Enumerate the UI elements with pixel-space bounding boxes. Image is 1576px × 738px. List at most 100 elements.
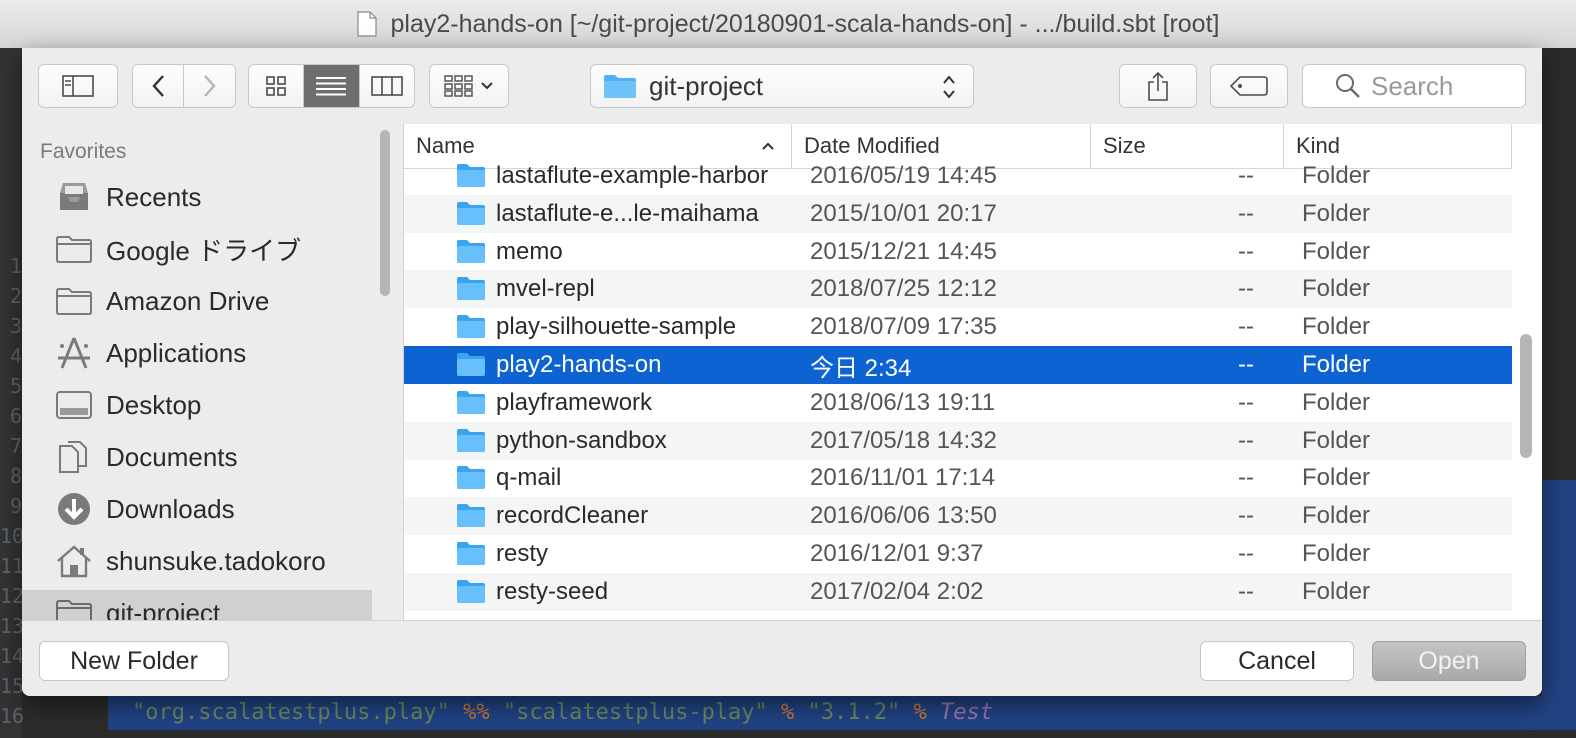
column-view-button[interactable] [360,65,414,107]
file-kind: Folder [1302,577,1371,605]
chevron-right-icon [203,75,216,97]
file-date: 2015/12/21 14:45 [810,237,997,265]
sidebar-item-recents[interactable]: Recents [22,174,372,220]
folder-icon [56,231,92,267]
line-number: 5 [9,374,22,398]
location-popup[interactable]: git-project [590,64,974,108]
sidebar-item-label: Applications [106,337,247,368]
folder-icon [456,578,486,604]
table-row[interactable]: resty-seed 2017/02/04 2:02 -- Folder [404,572,1512,611]
sidebar-item-google-drive[interactable]: Google ドライブ [22,226,372,272]
file-kind: Folder [1302,464,1371,492]
columns-icon [371,76,403,96]
sidebar-item-label: Amazon Drive [106,285,270,316]
sidebar-item-label: Documents [106,441,238,472]
search-field[interactable]: Search [1302,64,1526,108]
sidebar-item-label: Recents [106,181,202,212]
line-number: 13 [0,614,25,638]
arrange-icon [444,75,473,97]
file-name: play2-hands-on [496,351,662,378]
table-row[interactable]: lastaflute-e...le-maihama 2015/10/01 20:1… [404,194,1512,233]
file-list: Name Date Modified Size Kind lastaflute-… [403,124,1542,620]
folder-icon [456,389,486,415]
line-number: 11 [0,554,25,578]
downloads-icon [56,491,92,527]
table-row[interactable]: mvel-repl 2018/07/25 12:12 -- Folder [404,270,1512,309]
file-kind: Folder [1302,199,1371,227]
file-date: 2017/02/04 2:02 [810,577,984,605]
folder-icon [456,162,486,188]
desktop-icon [56,387,92,423]
window-titlebar: play2-hands-on [~/git-project/20180901-s… [0,0,1576,49]
view-mode-control [248,64,415,108]
file-date: 2018/06/13 19:11 [810,388,996,416]
share-button[interactable] [1119,64,1197,108]
sidebar-item-label: Google ドライブ [106,235,302,266]
sidebar-item-desktop[interactable]: Desktop [22,382,372,428]
file-size: -- [1238,388,1254,416]
sidebar-item-documents[interactable]: Documents [22,434,372,480]
file-date: 2015/10/01 20:17 [810,199,997,227]
grid-icon [266,76,286,96]
column-header-label: Size [1103,133,1146,158]
file-name: recordCleaner [496,502,649,530]
file-kind: Folder [1302,426,1371,454]
table-row[interactable]: playframework 2018/06/13 19:11 -- Folder [404,384,1512,422]
tag-button[interactable] [1210,64,1288,108]
recents-icon [56,179,92,215]
file-size: -- [1238,426,1254,454]
table-row[interactable]: python-sandbox 2017/05/18 14:32 -- Folder [404,421,1512,460]
folder-icon [456,502,486,528]
navigation-buttons [132,64,236,108]
icon-view-button[interactable] [249,65,305,107]
list-scrollbar[interactable] [1520,334,1532,458]
new-folder-button[interactable]: New Folder [39,641,229,681]
file-date: 2018/07/09 17:35 [810,313,997,341]
file-date: 2016/12/01 9:37 [810,540,984,567]
file-name: q-mail [496,464,562,492]
dialog-toolbar: git-project Search [22,48,1542,124]
sidebar-item-amazon-drive[interactable]: Amazon Drive [22,278,372,324]
arrange-button[interactable] [429,64,509,108]
line-number: 7 [9,434,22,458]
code-line[interactable]: "org.scalatestplus.play" %% "scalatestpl… [108,696,1576,730]
open-button[interactable]: Open [1372,641,1526,681]
documents-icon [56,439,92,475]
file-name: play-silhouette-sample [496,313,737,341]
file-date: 2016/11/01 17:14 [810,464,996,492]
sidebar-toggle-button[interactable] [38,64,118,108]
line-number-gutter: 1 2 3 4 5 6 7 8 9 10 11 12 13 14 15 16 [0,48,25,738]
file-size: -- [1238,540,1254,567]
file-name: resty [496,540,549,567]
file-size: -- [1238,162,1254,189]
open-file-dialog: git-project Search Favorites Recents Goo… [22,48,1542,696]
sidebar: Favorites Recents Google ドライブ Amazon Dri… [22,124,402,620]
share-icon [1148,71,1168,101]
table-row[interactable]: memo 2015/12/21 14:45 -- Folder [404,233,1512,271]
column-header-label: Date Modified [804,133,940,158]
cancel-button[interactable]: Cancel [1200,641,1354,681]
table-row[interactable]: play-silhouette-sample 2018/07/09 17:35 --… [404,308,1512,346]
chevron-left-icon [152,75,164,97]
sidebar-item-downloads[interactable]: Downloads [22,486,372,532]
sidebar-item-git-project[interactable]: git-project [22,590,372,620]
location-label: git-project [649,70,764,101]
chevron-down-icon [481,82,493,90]
sidebar-item-applications[interactable]: Applications [22,330,372,376]
sidebar-item-home[interactable]: shunsuke.tadokoro [22,538,372,584]
table-row[interactable]: play2-hands-on 今日 2:34 -- Folder [404,346,1512,384]
file-name: python-sandbox [496,426,667,454]
table-row[interactable]: recordCleaner 2016/06/06 13:50 -- Folder [404,497,1512,536]
editor-selection [1542,480,1576,696]
sidebar-item-label: git-project [106,597,221,621]
sort-ascending-icon [762,142,774,150]
table-row[interactable]: lastaflute-example-harbor 2016/05/19 14:4… [404,157,1512,195]
sidebar-scrollbar[interactable] [380,130,390,296]
table-row[interactable]: resty 2016/12/01 9:37 -- Folder [404,535,1512,573]
table-row[interactable]: q-mail 2016/11/01 17:14 -- Folder [404,459,1512,497]
back-button[interactable] [133,65,185,107]
code-string: "scalatestplus-play" [502,700,768,725]
file-size: -- [1238,313,1254,341]
forward-button[interactable] [184,65,235,107]
list-view-button[interactable] [304,65,360,107]
